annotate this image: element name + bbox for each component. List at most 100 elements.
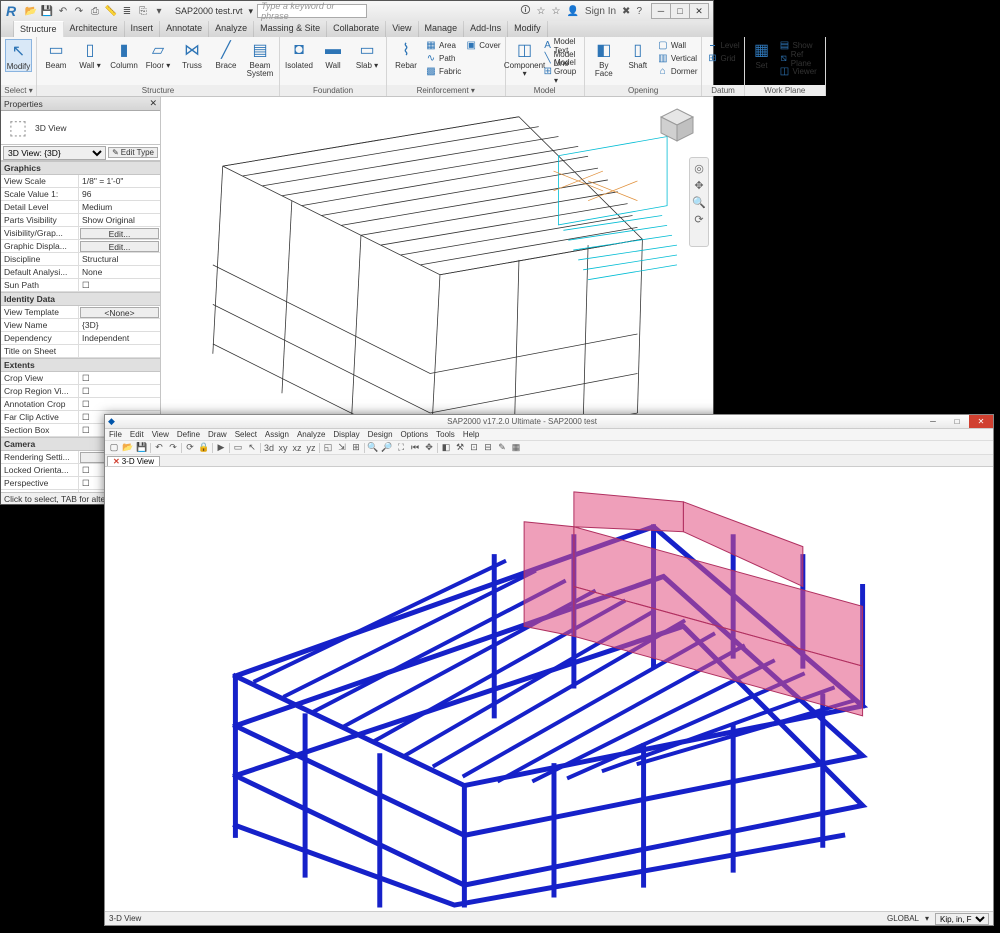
set-display-icon[interactable]: ◧ [440,442,452,454]
qat-icon[interactable]: ≣ [121,5,133,17]
beam-system-button[interactable]: ▤Beam System [245,39,275,78]
property-value[interactable]: Edit... [80,228,159,239]
maximize-button[interactable]: □ [945,415,969,428]
property-value[interactable] [79,345,160,357]
tool-icon[interactable]: ✎ [496,442,508,454]
maximize-button[interactable]: □ [670,3,690,19]
property-row[interactable]: DependencyIndependent [1,332,160,345]
menu-help[interactable]: Help [463,430,479,439]
qat-icon[interactable]: ▾ [153,5,165,17]
property-value[interactable]: <None> [80,307,159,318]
property-group-title[interactable]: Identity Data [1,292,160,306]
xy-icon[interactable]: xy [277,442,289,454]
redo-icon[interactable]: ↷ [167,442,179,454]
yz-icon[interactable]: yz [305,442,317,454]
menu-view[interactable]: View [152,430,169,439]
property-row[interactable]: Graphic Displa...Edit... [1,240,160,253]
coord-system[interactable]: GLOBAL [887,914,919,923]
zoom-out-icon[interactable]: 🔎 [381,442,393,454]
floor-button[interactable]: ▱Floor ▾ [143,39,173,70]
tool-icon[interactable]: ⚒ [454,442,466,454]
property-row[interactable]: View Scale1/8" = 1'-0" [1,175,160,188]
path-button[interactable]: ∿Path [425,52,461,65]
communicate-icon[interactable]: ☆ [537,6,546,17]
menu-tools[interactable]: Tools [436,430,455,439]
menu-draw[interactable]: Draw [208,430,227,439]
tab-architecture[interactable]: Architecture [64,21,125,37]
measure-icon[interactable]: 📏 [105,5,117,17]
tab-addins[interactable]: Add-Ins [464,21,508,37]
rubber-icon[interactable]: ▭ [232,442,244,454]
dormer-button[interactable]: ⌂Dormer [657,65,698,78]
area-button[interactable]: ▦Area [425,39,461,52]
redo-icon[interactable]: ↷ [73,5,85,17]
level-button[interactable]: ⎯Level [706,39,739,52]
property-row[interactable]: Crop Region Vi... [1,385,160,398]
shaft-button[interactable]: ▯Shaft [623,39,653,70]
shrink-icon[interactable]: ⇲ [336,442,348,454]
property-value[interactable]: Structural [79,253,160,265]
property-row[interactable]: Detail LevelMedium [1,201,160,214]
pan-icon[interactable]: ✥ [423,442,435,454]
component-button[interactable]: ◫Component ▾ [510,39,540,78]
tab-structure[interactable]: Structure [14,21,64,37]
steering-wheel-icon[interactable]: ◎ [694,162,704,175]
menu-edit[interactable]: Edit [130,430,144,439]
isolated-button[interactable]: ◘Isolated [284,39,314,70]
perspective-icon[interactable]: ◱ [322,442,334,454]
menu-assign[interactable]: Assign [265,430,289,439]
property-row[interactable]: View Name{3D} [1,319,160,332]
property-value[interactable]: {3D} [79,319,160,331]
property-value[interactable]: Medium [79,201,160,213]
property-row[interactable]: Scale Value 1:96 [1,188,160,201]
close-icon[interactable]: ✕ [149,98,157,109]
property-row[interactable]: DisciplineStructural [1,253,160,266]
property-row[interactable]: View Template<None> [1,306,160,319]
close-button[interactable]: ✕ [969,415,993,428]
property-row[interactable]: Default Analysi...None [1,266,160,279]
menu-select[interactable]: Select [235,430,257,439]
fabric-button[interactable]: ▩Fabric [425,65,461,78]
wall-button[interactable]: ▯Wall ▾ [75,39,105,70]
open-icon[interactable]: 📂 [122,442,134,454]
truss-button[interactable]: ⋈Truss [177,39,207,70]
undo-icon[interactable]: ↶ [153,442,165,454]
property-value[interactable] [79,385,160,397]
menu-analyze[interactable]: Analyze [297,430,325,439]
type-selector[interactable]: ⬚ 3D View [1,111,160,145]
app-logo-icon[interactable]: R [1,1,21,21]
lock-icon[interactable]: 🔒 [198,442,210,454]
property-value[interactable]: 96 [79,188,160,200]
zoom-in-icon[interactable]: 🔍 [367,442,379,454]
units-select[interactable]: Kip, in, F [935,913,989,925]
property-row[interactable]: Parts VisibilityShow Original [1,214,160,227]
recent-dropdown-icon[interactable]: ▾ [249,6,254,17]
menu-file[interactable]: File [109,430,122,439]
tool-icon[interactable]: ⊟ [482,442,494,454]
pointer-icon[interactable]: ↖ [246,442,258,454]
signin-icon[interactable]: 👤 [566,6,578,17]
run-icon[interactable]: ▶ [215,442,227,454]
exchange-icon[interactable]: ✖ [622,6,630,17]
modify-button[interactable]: ↖ Modify [5,39,32,72]
new-icon[interactable]: ▢ [108,442,120,454]
navigation-bar[interactable]: ◎ ✥ 🔍 ⟳ [689,157,709,247]
save-icon[interactable]: 💾 [41,5,53,17]
tab-file[interactable] [1,21,14,37]
property-value[interactable]: 1/8" = 1'-0" [79,175,160,187]
column-button[interactable]: ▮Column [109,39,139,70]
property-row[interactable]: Visibility/Grap...Edit... [1,227,160,240]
object-icon[interactable]: ⊞ [350,442,362,454]
tab-analyze[interactable]: Analyze [209,21,254,37]
close-button[interactable]: ✕ [689,3,709,19]
xz-icon[interactable]: xz [291,442,303,454]
cover-button[interactable]: ▣Cover [465,39,500,52]
help-icon[interactable]: ? [636,6,642,17]
property-value[interactable]: Independent [79,332,160,344]
view-cube[interactable] [657,105,697,145]
set-button[interactable]: ▦Set [749,39,775,70]
undo-icon[interactable]: ↶ [57,5,69,17]
minimize-button[interactable]: ─ [921,415,945,428]
tab-massing[interactable]: Massing & Site [254,21,327,37]
qat-icon[interactable]: ⎘ [137,5,149,17]
